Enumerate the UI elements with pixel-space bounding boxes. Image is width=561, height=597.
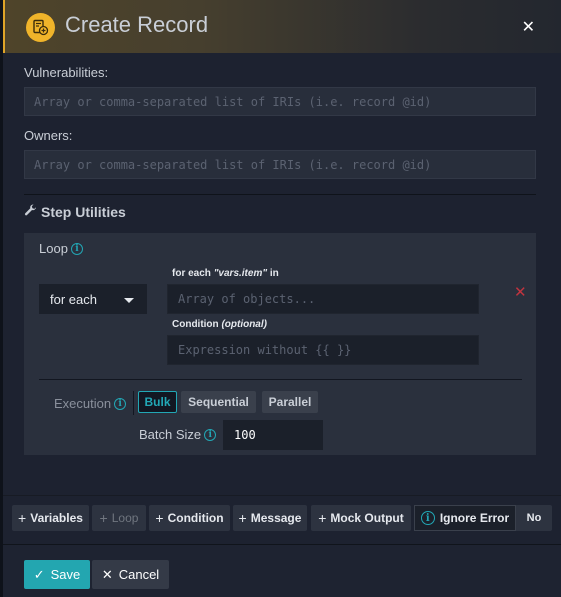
condition-label-text: Condition: [172, 319, 222, 330]
for-each-var: "vars.item": [213, 268, 268, 279]
modal-footer: ✓ Save ✕ Cancel: [3, 545, 561, 597]
add-mock-output-label: Mock Output: [330, 511, 404, 525]
info-icon[interactable]: i: [204, 428, 217, 441]
plus-icon: +: [18, 510, 27, 526]
loop-label-row: Loop i: [39, 241, 83, 256]
for-each-prefix: for each: [172, 268, 214, 279]
cancel-label: Cancel: [118, 567, 160, 582]
add-loop-label: Loop: [111, 511, 139, 525]
close-icon: ✕: [514, 283, 527, 301]
modal-title: Create Record: [65, 12, 209, 37]
owners-label: Owners:: [24, 128, 73, 143]
close-icon: ✕: [521, 17, 535, 36]
for-each-suffix: in: [267, 268, 279, 279]
add-variables-label: Variables: [30, 511, 83, 525]
ignore-error-toggle[interactable]: i Ignore Error: [414, 505, 516, 531]
loop-panel: Loop i for each for each "vars.item" in …: [24, 233, 536, 455]
add-mock-output-button[interactable]: + Mock Output: [311, 505, 411, 531]
execution-label-row: Execution i: [54, 396, 127, 411]
close-icon: ✕: [101, 566, 113, 582]
save-label: Save: [50, 567, 81, 582]
condition-label: Condition (optional): [172, 319, 267, 330]
loop-divider: [39, 379, 522, 380]
remove-loop-button[interactable]: ✕: [514, 283, 527, 301]
modal-header: Create Record ✕: [3, 0, 561, 53]
batch-size-label: Batch Size: [139, 427, 202, 442]
save-button[interactable]: ✓ Save: [24, 560, 90, 589]
for-each-label: for each "vars.item" in: [172, 268, 279, 279]
execution-sequential-option[interactable]: Sequential: [181, 391, 256, 413]
ignore-error-value[interactable]: No: [516, 505, 552, 531]
execution-label: Execution: [54, 396, 112, 411]
loop-condition-input[interactable]: [167, 335, 479, 365]
vulnerabilities-label: Vulnerabilities:: [24, 65, 109, 80]
execution-separator: [133, 391, 134, 415]
add-loop-button[interactable]: + Loop: [92, 505, 146, 531]
add-condition-button[interactable]: + Condition: [149, 505, 230, 531]
plus-icon: +: [155, 510, 164, 526]
loop-mode-select[interactable]: for each: [39, 284, 147, 314]
step-utilities-title: Step Utilities: [41, 204, 126, 220]
plus-icon: +: [238, 510, 247, 526]
batch-size-label-row: Batch Size i: [139, 427, 217, 442]
wrench-icon: [24, 204, 37, 220]
plus-icon: +: [99, 510, 108, 526]
condition-optional: (optional): [221, 319, 267, 330]
info-icon[interactable]: i: [114, 397, 127, 410]
add-condition-label: Condition: [167, 511, 224, 525]
info-icon[interactable]: i: [70, 242, 83, 255]
execution-bulk-option[interactable]: Bulk: [138, 391, 177, 413]
batch-size-input[interactable]: [223, 420, 323, 450]
owners-input[interactable]: [24, 150, 536, 179]
chevron-down-icon: [124, 298, 134, 303]
info-icon: i: [420, 511, 435, 525]
plus-icon: +: [318, 510, 327, 526]
step-utilities-toolbar: + Variables + Loop + Condition + Message + Mo…: [3, 495, 561, 545]
section-divider: [24, 194, 536, 195]
add-message-button[interactable]: + Message: [233, 505, 307, 531]
ignore-error-label: Ignore Error: [439, 511, 510, 525]
check-icon: ✓: [33, 566, 45, 582]
execution-parallel-option[interactable]: Parallel: [262, 391, 318, 413]
modal-body: Vulnerabilities: Owners: Step Utilities …: [3, 53, 561, 495]
record-add-icon: [26, 13, 55, 42]
loop-label: Loop: [39, 241, 68, 256]
loop-mode-value: for each: [50, 291, 97, 307]
add-message-label: Message: [250, 511, 302, 525]
close-button[interactable]: ✕: [522, 17, 535, 36]
loop-array-input[interactable]: [167, 284, 479, 314]
cancel-button[interactable]: ✕ Cancel: [92, 560, 169, 589]
vulnerabilities-input[interactable]: [24, 87, 536, 116]
add-variables-button[interactable]: + Variables: [12, 505, 89, 531]
step-utilities-heading: Step Utilities: [24, 204, 126, 220]
